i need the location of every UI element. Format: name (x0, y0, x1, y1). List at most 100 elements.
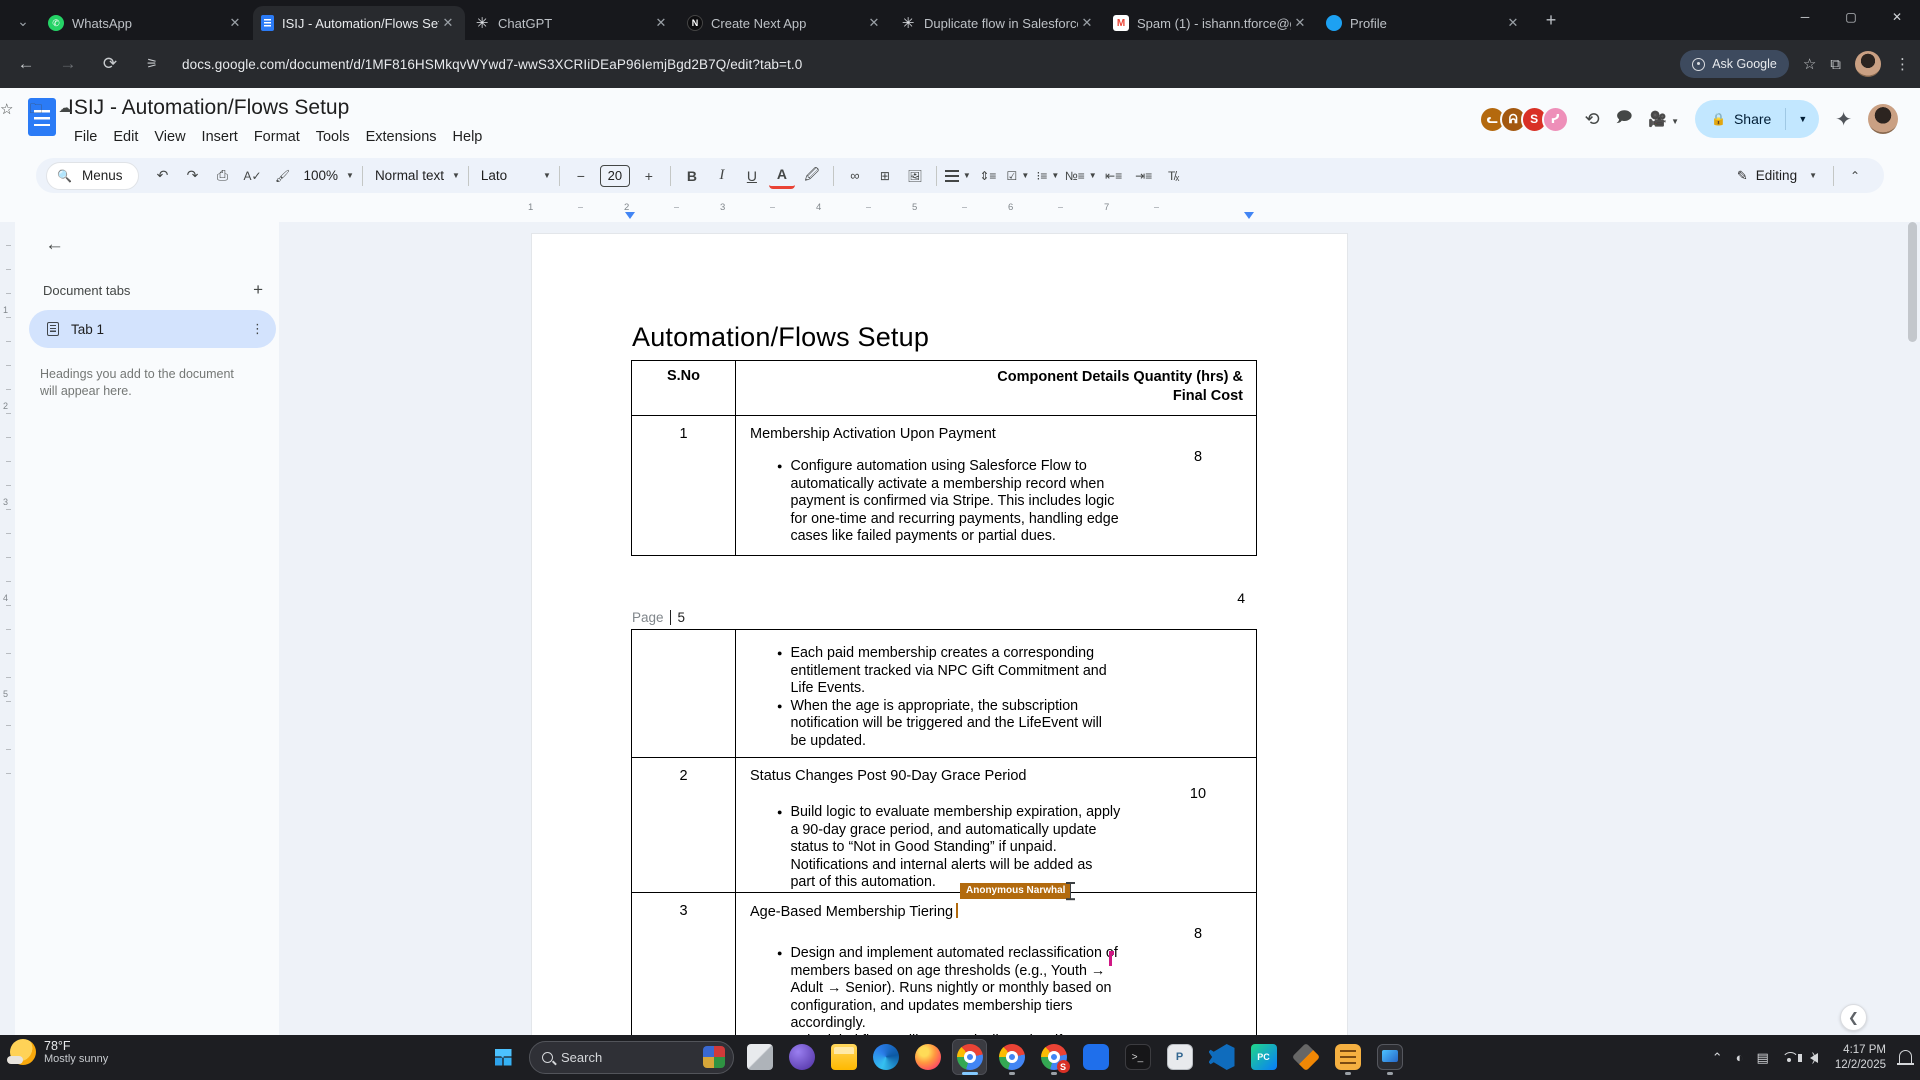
hide-menus-chevron-icon[interactable]: ⌃ (1842, 163, 1868, 189)
taskbar-clock[interactable]: 4:17 PM 12/2/2025 (1835, 1043, 1886, 1073)
document-heading[interactable]: Automation/Flows Setup (632, 322, 929, 353)
menu-edit[interactable]: Edit (105, 126, 146, 148)
tab-close-icon[interactable]: ✕ (1291, 14, 1309, 32)
share-dropdown-caret[interactable]: ▼ (1785, 108, 1819, 130)
gemini-icon[interactable]: ✦ (1835, 107, 1852, 132)
menus-search-button[interactable]: 🔍 Menus (46, 162, 139, 190)
browser-tab-2[interactable]: ISIJ - Automation/Flows Setup✕ (253, 6, 465, 40)
hours-value[interactable]: 8 (1176, 449, 1220, 465)
clear-formatting-icon[interactable]: T̸ₓ (1161, 163, 1187, 189)
menu-view[interactable]: View (146, 126, 193, 148)
maximize-button[interactable]: ▢ (1828, 0, 1874, 34)
browser-tab-6[interactable]: MSpam (1) - ishann.tforce@gmai✕ (1105, 6, 1317, 40)
checklist-icon[interactable]: ☑▼ (1005, 163, 1031, 189)
video-call-icon[interactable]: 🎥▼ (1648, 110, 1679, 128)
site-settings-icon[interactable]: ⚞ (136, 48, 168, 80)
browser-menu-kebab-icon[interactable]: ⋮ (1895, 55, 1910, 73)
star-document-icon[interactable]: ☆ (0, 100, 13, 122)
paragraph-style-select[interactable]: Normal text▼ (371, 163, 460, 189)
cell-details[interactable]: ●Each paid membership creates a correspo… (736, 630, 1256, 757)
bulleted-list-icon[interactable]: ⁝≡▼ (1035, 163, 1061, 189)
left-indent-marker[interactable] (625, 212, 635, 219)
bullet-text[interactable]: Build logic to evaluate membership expir… (790, 804, 1120, 892)
taskbar-pgadmin-icon[interactable]: P (1163, 1040, 1196, 1074)
taskbar-file-explorer-icon[interactable] (827, 1040, 860, 1074)
taskbar-terminal-icon[interactable]: >_ (1121, 1040, 1154, 1074)
url-bar[interactable]: docs.google.com/document/d/1MF816HSMkqvW… (182, 57, 802, 72)
decrease-indent-icon[interactable]: ⇤≡ (1101, 163, 1127, 189)
forward-button[interactable]: → (52, 48, 84, 80)
align-icon[interactable]: ▼ (945, 163, 971, 189)
add-comment-icon[interactable]: ⊞ (872, 163, 898, 189)
wifi-icon[interactable] (1782, 1052, 1797, 1063)
component-title[interactable]: Status Changes Post 90-Day Grace Period (736, 758, 1256, 784)
bookmark-star-icon[interactable]: ☆ (1803, 55, 1816, 73)
share-button[interactable]: 🔒Share ▼ (1695, 100, 1819, 138)
bullet-text[interactable]: Each paid membership creates a correspon… (790, 645, 1106, 698)
tray-chevron-up-icon[interactable]: ⌃ (1712, 1050, 1723, 1066)
tray-app-icon[interactable]: ◐ (1736, 1050, 1744, 1065)
tab-list-chevron-icon[interactable]: ⌄ (8, 6, 38, 36)
component-title[interactable]: Membership Activation Upon Payment (736, 416, 1256, 442)
ask-google-button[interactable]: Ask Google (1680, 50, 1789, 78)
bullet-text[interactable]: Design and implement automated reclassif… (790, 945, 1117, 1033)
taskbar-chrome-icon[interactable] (953, 1040, 986, 1074)
new-tab-button[interactable]: + (1537, 6, 1565, 34)
taskbar-search-box[interactable]: Search (529, 1041, 734, 1074)
right-indent-marker[interactable] (1244, 212, 1254, 219)
increase-indent-icon[interactable]: ⇥≡ (1131, 163, 1157, 189)
minimize-button[interactable]: ─ (1782, 0, 1828, 34)
taskbar-phone-link-icon[interactable] (785, 1040, 818, 1074)
spellcheck-icon[interactable]: A✓ (239, 163, 265, 189)
side-panel-collapse-button[interactable]: ❮ (1840, 1004, 1867, 1031)
cell-sno[interactable] (632, 630, 736, 757)
undo-button[interactable]: ↶ (149, 163, 175, 189)
touch-keyboard-icon[interactable]: ▤ (1757, 1050, 1769, 1066)
decrease-font-size-button[interactable]: − (568, 163, 594, 189)
font-size-input[interactable]: 20 (600, 165, 630, 187)
text-color-button[interactable]: A (769, 163, 795, 189)
document-title[interactable]: ISIJ - Automation/Flows Setup (68, 96, 349, 120)
start-button[interactable] (486, 1040, 520, 1074)
tab-close-icon[interactable]: ✕ (226, 14, 244, 32)
move-folder-icon[interactable]: 🗀 (29, 100, 42, 122)
taskbar-app-n-icon[interactable] (1079, 1040, 1112, 1074)
taskbar-chrome-profile-icon[interactable] (1037, 1040, 1070, 1074)
version-history-icon[interactable]: ⟲ (1585, 109, 1600, 130)
bullet-text[interactable]: When the age is appropriate, the subscri… (790, 698, 1102, 751)
zoom-select[interactable]: 100%▼ (299, 163, 353, 189)
menu-format[interactable]: Format (246, 126, 308, 148)
bold-button[interactable]: B (679, 163, 705, 189)
increase-font-size-button[interactable]: + (636, 163, 662, 189)
cell-details[interactable]: Membership Activation Upon Payment8●Conf… (736, 416, 1256, 555)
print-icon[interactable]: ⎙ (209, 163, 235, 189)
menu-help[interactable]: Help (445, 126, 491, 148)
taskbar-chrome-2-icon[interactable] (995, 1040, 1028, 1074)
anonymous-snake-avatar[interactable]: ᓯ (1542, 106, 1569, 133)
cloud-status-icon[interactable]: ☁ (58, 100, 71, 122)
reload-button[interactable]: ⟳ (94, 48, 126, 80)
header-details[interactable]: Component Details Quantity (hrs) & Final… (736, 361, 1256, 415)
redo-button[interactable]: ↷ (179, 163, 205, 189)
taskbar-vscode-icon[interactable] (1205, 1040, 1238, 1074)
volume-icon[interactable] (1810, 1053, 1818, 1063)
menu-file[interactable]: File (66, 126, 105, 148)
taskbar-remote-desktop-icon[interactable] (1373, 1040, 1406, 1074)
taskbar-weather-widget[interactable]: 78°F Mostly sunny (10, 1039, 108, 1065)
notifications-bell-icon[interactable] (1899, 1050, 1912, 1063)
back-button[interactable]: ← (10, 48, 42, 80)
comments-icon[interactable]: 🗩 (1616, 107, 1633, 132)
taskbar-firefox-icon[interactable] (911, 1040, 944, 1074)
browser-tab-7[interactable]: Profile✕ (1318, 6, 1530, 40)
numbered-list-icon[interactable]: №≡▼ (1065, 163, 1097, 189)
paint-format-icon[interactable]: 🖌 (269, 163, 295, 189)
tab-close-icon[interactable]: ✕ (1504, 14, 1522, 32)
add-tab-button[interactable]: + (253, 280, 263, 300)
taskbar-notes-icon[interactable] (1331, 1040, 1364, 1074)
font-select[interactable]: Lato▼ (477, 163, 551, 189)
taskbar-pycharm-icon[interactable]: PC (1247, 1040, 1280, 1074)
taskbar-edge-icon[interactable] (869, 1040, 902, 1074)
sidebar-back-arrow-icon[interactable]: ← (45, 234, 64, 256)
underline-button[interactable]: U (739, 163, 765, 189)
highlight-color-icon[interactable]: 🖉 (799, 163, 825, 189)
